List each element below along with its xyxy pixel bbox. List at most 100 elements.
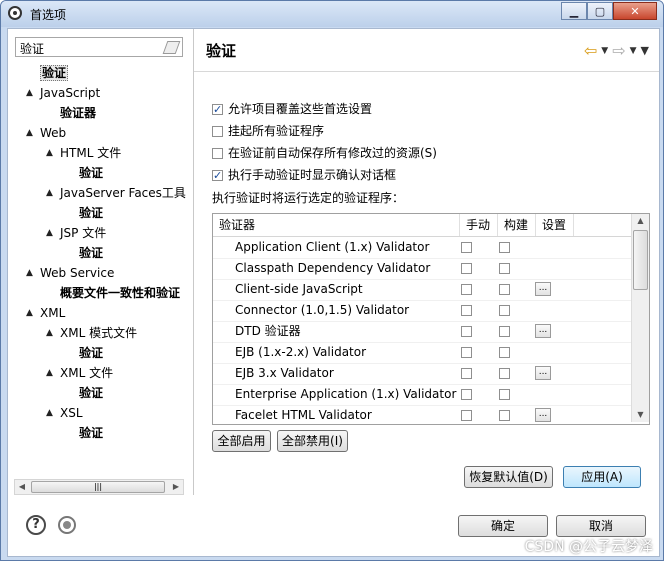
table-row[interactable]: Classpath Dependency Validator	[213, 258, 631, 280]
tree-item[interactable]: ▲ XML 文件	[46, 364, 113, 382]
build-checkbox[interactable]	[499, 305, 510, 316]
scroll-left-icon[interactable]: ◀	[15, 480, 29, 494]
manual-checkbox[interactable]	[461, 389, 472, 400]
checkbox[interactable]	[212, 167, 223, 185]
scroll-right-icon[interactable]: ▶	[169, 480, 183, 494]
back-arrow-icon[interactable]: ⇦	[584, 41, 597, 60]
manual-checkbox[interactable]	[461, 284, 472, 295]
expand-twisty-icon[interactable]: ▲	[26, 264, 33, 282]
expand-twisty-icon[interactable]: ▲	[26, 304, 33, 322]
option-checkbox[interactable]: 在验证前自动保存所有修改过的资源(S)	[212, 144, 437, 162]
scroll-down-icon[interactable]: ▼	[632, 408, 649, 422]
tree-item[interactable]: 验证	[79, 164, 103, 182]
tree-item[interactable]: 验证	[79, 424, 103, 442]
table-scroll-thumb[interactable]	[633, 230, 648, 290]
tree-item[interactable]: 概要文件一致性和验证	[60, 284, 180, 302]
tree-item[interactable]: ▲ Web	[26, 124, 66, 142]
checkbox[interactable]	[212, 125, 223, 137]
build-checkbox[interactable]	[499, 326, 510, 337]
expand-twisty-icon[interactable]: ▲	[46, 364, 53, 382]
tree-item[interactable]: 验证	[40, 64, 69, 82]
close-button[interactable]: ✕	[613, 2, 657, 20]
record-icon[interactable]	[58, 516, 76, 534]
table-row[interactable]: EJB (1.x-2.x) Validator	[213, 342, 631, 364]
tree-item-label: XML 模式文件	[60, 326, 138, 340]
restore-defaults-button[interactable]: 恢复默认值(D)	[464, 466, 553, 488]
tree-item[interactable]: ▲ JavaScript	[26, 84, 100, 102]
enable-all-button[interactable]: 全部启用	[212, 430, 271, 452]
checkbox[interactable]	[212, 147, 223, 159]
expand-twisty-icon[interactable]: ▲	[46, 404, 53, 422]
build-checkbox[interactable]	[499, 389, 510, 400]
tree-item[interactable]: ▲ XSL	[46, 404, 83, 422]
manual-checkbox[interactable]	[461, 242, 472, 253]
manual-checkbox[interactable]	[461, 347, 472, 358]
build-checkbox[interactable]	[499, 284, 510, 295]
help-icon[interactable]: ?	[26, 515, 46, 535]
manual-checkbox[interactable]	[461, 263, 472, 274]
table-row[interactable]: Facelet HTML Validator...	[213, 405, 631, 424]
expand-twisty-icon[interactable]: ▲	[26, 84, 33, 102]
column-validator[interactable]: 验证器	[213, 214, 460, 236]
scroll-thumb[interactable]: |||	[31, 481, 165, 493]
back-menu-icon[interactable]: ▼	[601, 46, 608, 56]
build-checkbox[interactable]	[499, 368, 510, 379]
build-checkbox[interactable]	[499, 410, 510, 421]
table-row[interactable]: Application Client (1.x) Validator	[213, 237, 631, 259]
column-manual[interactable]: 手动	[460, 214, 498, 236]
settings-button[interactable]: ...	[535, 366, 551, 380]
settings-button[interactable]: ...	[535, 324, 551, 338]
history-navigation: ⇦ ▼ ⇨ ▼ ▼	[584, 41, 649, 60]
settings-button[interactable]: ...	[535, 282, 551, 296]
checkbox[interactable]	[212, 101, 223, 119]
settings-button[interactable]: ...	[535, 408, 551, 422]
manual-checkbox[interactable]	[461, 410, 472, 421]
view-menu-icon[interactable]: ▼	[641, 44, 649, 57]
table-row[interactable]: Connector (1.0,1.5) Validator	[213, 300, 631, 322]
apply-button[interactable]: 应用(A)	[563, 466, 641, 488]
build-checkbox[interactable]	[499, 263, 510, 274]
option-checkbox[interactable]: 允许项目覆盖这些首选设置	[212, 100, 372, 119]
maximize-button[interactable]: ▢	[587, 2, 613, 20]
option-checkbox[interactable]: 执行手动验证时显示确认对话框	[212, 166, 396, 185]
tree-horizontal-scrollbar[interactable]: ◀ ||| ▶	[14, 479, 184, 495]
tree-item[interactable]: ▲ Web Service	[26, 264, 114, 282]
minimize-button[interactable]: ▁	[561, 2, 587, 20]
clear-filter-icon[interactable]	[162, 41, 181, 54]
tree-item[interactable]: ▲ JavaServer Faces工具	[46, 184, 186, 202]
cancel-button[interactable]: 取消	[556, 515, 646, 537]
expand-twisty-icon[interactable]: ▲	[46, 324, 53, 342]
manual-checkbox[interactable]	[461, 326, 472, 337]
manual-checkbox[interactable]	[461, 368, 472, 379]
tree-item[interactable]: 验证	[79, 204, 103, 222]
tree-item[interactable]: ▲ JSP 文件	[46, 224, 106, 242]
tree-item[interactable]: ▲ HTML 文件	[46, 144, 121, 162]
tree-item[interactable]: 验证	[79, 384, 103, 402]
tree-item[interactable]: 验证器	[60, 104, 96, 122]
tree-item[interactable]: ▲ XML 模式文件	[46, 324, 138, 342]
build-checkbox[interactable]	[499, 242, 510, 253]
scroll-up-icon[interactable]: ▲	[632, 214, 649, 228]
build-checkbox[interactable]	[499, 347, 510, 358]
column-build[interactable]: 构建	[498, 214, 536, 236]
filter-input[interactable]: 验证	[15, 37, 183, 57]
table-row[interactable]: Client-side JavaScript...	[213, 279, 631, 301]
disable-all-button[interactable]: 全部禁用(I)	[277, 430, 348, 452]
expand-twisty-icon[interactable]: ▲	[46, 224, 53, 242]
manual-checkbox[interactable]	[461, 305, 472, 316]
table-row[interactable]: DTD 验证器...	[213, 321, 631, 343]
forward-menu-icon[interactable]: ▼	[630, 46, 637, 56]
tree-item[interactable]: ▲ XML	[26, 304, 65, 322]
expand-twisty-icon[interactable]: ▲	[46, 144, 53, 162]
column-settings[interactable]: 设置	[536, 214, 574, 236]
forward-arrow-icon[interactable]: ⇨	[612, 41, 625, 60]
table-row[interactable]: Enterprise Application (1.x) Validator	[213, 384, 631, 406]
tree-item[interactable]: 验证	[79, 244, 103, 262]
expand-twisty-icon[interactable]: ▲	[46, 184, 53, 202]
table-row[interactable]: EJB 3.x Validator...	[213, 363, 631, 385]
ok-button[interactable]: 确定	[458, 515, 548, 537]
expand-twisty-icon[interactable]: ▲	[26, 124, 33, 142]
tree-item[interactable]: 验证	[79, 344, 103, 362]
table-vertical-scrollbar[interactable]: ▲ ▼	[631, 214, 649, 422]
option-checkbox[interactable]: 挂起所有验证程序	[212, 122, 324, 140]
